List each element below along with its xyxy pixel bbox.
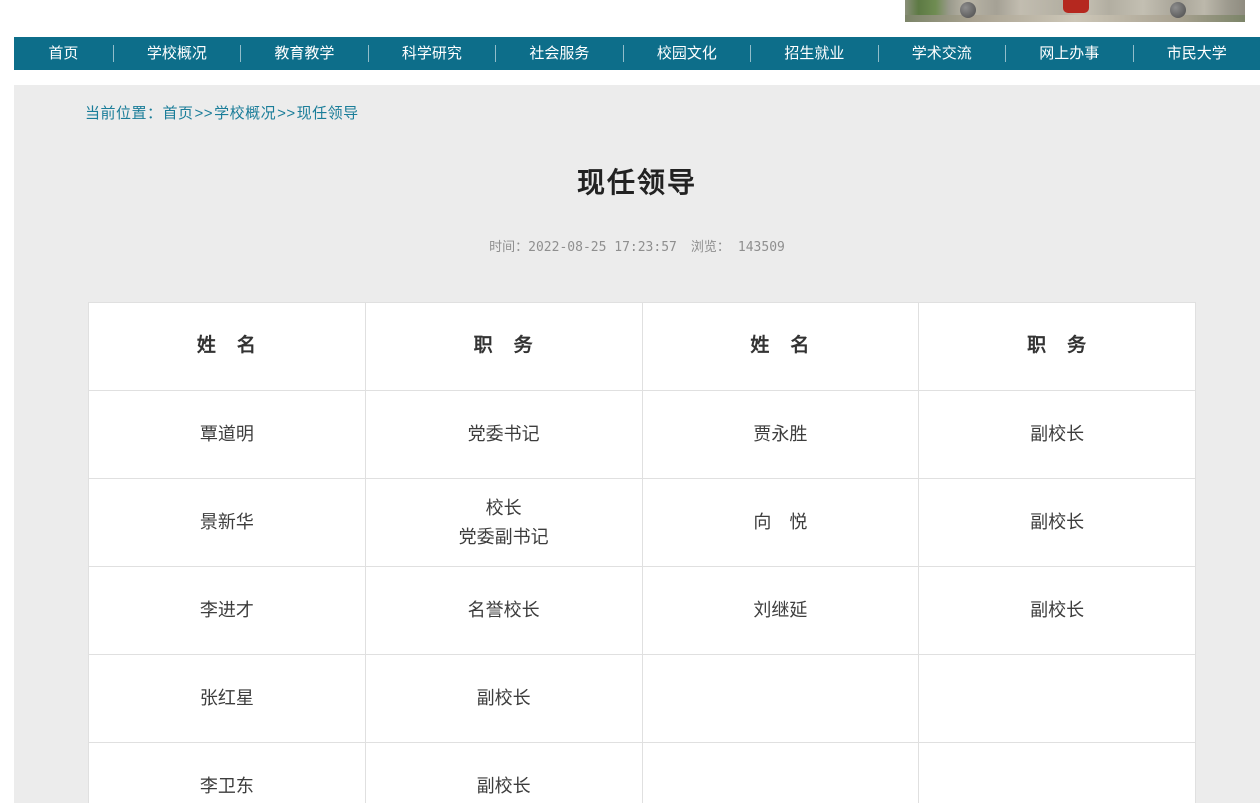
breadcrumb-label: 当前位置： (85, 105, 163, 122)
nav-item-admissions-employment[interactable]: 招生就业 (750, 45, 877, 62)
breadcrumb: 当前位置：首页>>学校概况>>现任领导 (85, 102, 359, 123)
nav-item-home[interactable]: 首页 (14, 45, 113, 62)
cell-name: 向 悦 (642, 479, 919, 567)
header-position-1: 职 务 (365, 303, 642, 391)
breadcrumb-link-school-overview[interactable]: 学校概况 (214, 105, 276, 122)
cell-name: 李进才 (89, 567, 366, 655)
nav-item-scientific-research[interactable]: 科学研究 (368, 45, 495, 62)
header-name-2: 姓 名 (642, 303, 919, 391)
cell-position: 名誉校长 (365, 567, 642, 655)
table-row: 景新华 校长 党委副书记 向 悦 副校长 (89, 479, 1196, 567)
cell-name: 景新华 (89, 479, 366, 567)
breadcrumb-separator: >> (195, 105, 214, 122)
cell-position: 副校长 (919, 479, 1196, 567)
cell-name: 李卫东 (89, 743, 366, 803)
cell-name: 张红星 (89, 655, 366, 743)
header-name-1: 姓 名 (89, 303, 366, 391)
content-panel: 当前位置：首页>>学校概况>>现任领导 现任领导 时间：2022-08-25 1… (14, 85, 1260, 803)
table-row: 覃道明 党委书记 贾永胜 副校长 (89, 391, 1196, 479)
table-row: 张红星 副校长 (89, 655, 1196, 743)
cell-position: 副校长 (365, 743, 642, 803)
cell-name (642, 655, 919, 743)
cell-position: 副校长 (919, 567, 1196, 655)
breadcrumb-link-current-leaders[interactable]: 现任领导 (297, 105, 359, 122)
cell-position: 党委书记 (365, 391, 642, 479)
banner-red-sculpture (1063, 0, 1089, 13)
leaders-table: 姓 名 职 务 姓 名 职 务 覃道明 党委书记 贾永胜 副校长 景新华 校长 … (88, 302, 1196, 803)
banner-paving (905, 15, 1245, 22)
nav-item-online-services[interactable]: 网上办事 (1005, 45, 1132, 62)
table-header-row: 姓 名 职 务 姓 名 职 务 (89, 303, 1196, 391)
nav-item-social-service[interactable]: 社会服务 (495, 45, 622, 62)
nav-item-school-overview[interactable]: 学校概况 (113, 45, 240, 62)
cell-position (919, 743, 1196, 803)
time-value: 2022-08-25 17:23:57 (528, 240, 677, 255)
breadcrumb-link-home[interactable]: 首页 (163, 105, 194, 122)
cell-name: 刘继延 (642, 567, 919, 655)
nav-item-education-teaching[interactable]: 教育教学 (240, 45, 367, 62)
views-label: 浏览： (691, 240, 730, 255)
article-meta: 时间：2022-08-25 17:23:57 浏览： 143509 (14, 236, 1260, 255)
time-label: 时间： (489, 240, 528, 255)
breadcrumb-separator: >> (277, 105, 296, 122)
table-row: 李卫东 副校长 (89, 743, 1196, 803)
page-title: 现任领导 (14, 161, 1260, 201)
views-value: 143509 (738, 240, 785, 255)
banner-stone-sphere (1170, 2, 1186, 18)
nav-item-citizen-university[interactable]: 市民大学 (1133, 45, 1260, 62)
cell-name: 贾永胜 (642, 391, 919, 479)
cell-position: 副校长 (919, 391, 1196, 479)
main-navbar: 首页 学校概况 教育教学 科学研究 社会服务 校园文化 招生就业 学术交流 网上… (14, 37, 1260, 70)
leaders-table-wrapper: 姓 名 职 务 姓 名 职 务 覃道明 党委书记 贾永胜 副校长 景新华 校长 … (88, 302, 1196, 803)
campus-banner-image (905, 0, 1245, 22)
cell-position: 副校长 (365, 655, 642, 743)
cell-position (919, 655, 1196, 743)
nav-item-campus-culture[interactable]: 校园文化 (623, 45, 750, 62)
cell-position: 校长 党委副书记 (365, 479, 642, 567)
banner-stone-sphere (960, 2, 976, 18)
nav-item-academic-exchange[interactable]: 学术交流 (878, 45, 1005, 62)
table-row: 李进才 名誉校长 刘继延 副校长 (89, 567, 1196, 655)
cell-name (642, 743, 919, 803)
cell-name: 覃道明 (89, 391, 366, 479)
header-position-2: 职 务 (919, 303, 1196, 391)
